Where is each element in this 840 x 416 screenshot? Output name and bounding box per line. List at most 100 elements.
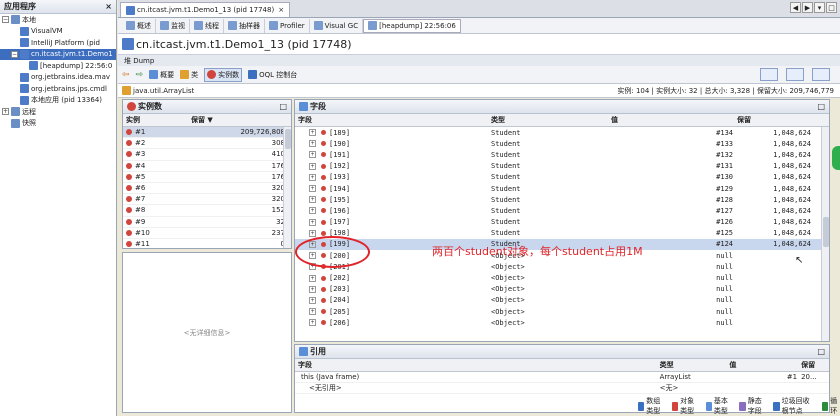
field-row[interactable]: + [206] <Object> null xyxy=(295,317,829,328)
maximize-icon[interactable]: □ xyxy=(817,347,825,356)
expand-icon[interactable]: + xyxy=(309,274,316,282)
view-top-icon[interactable] xyxy=(786,68,804,81)
maximize-icon[interactable]: □ xyxy=(817,102,825,111)
col-field-header[interactable]: 字段 xyxy=(295,115,491,125)
col-value-header[interactable]: 值 xyxy=(611,115,737,125)
col-retained-header[interactable]: 保留 xyxy=(737,115,815,125)
toolbar-classes-button[interactable]: 类 xyxy=(180,70,198,80)
instance-row[interactable]: #7 320 xyxy=(123,194,291,206)
tree-expander-icon[interactable]: + xyxy=(2,108,9,116)
expand-icon[interactable]: + xyxy=(309,218,316,226)
field-row[interactable]: + [195] Student #128 1,048,624 xyxy=(295,194,829,205)
view-split-icon[interactable] xyxy=(760,68,778,81)
tree-item[interactable]: [heapdump] 22:56:0 xyxy=(0,60,116,72)
forward-icon[interactable]: ⇨ xyxy=(136,70,144,80)
tree-item[interactable]: 快照 xyxy=(0,118,116,130)
subtab-1[interactable]: 监视 xyxy=(156,18,190,33)
subtab-0[interactable]: 概述 xyxy=(122,18,156,33)
field-row[interactable]: + [203] <Object> null xyxy=(295,284,829,295)
tree-item[interactable]: org.jetbrains.jps.cmdl xyxy=(0,83,116,95)
field-row[interactable]: + [196] Student #127 1,048,624 xyxy=(295,205,829,216)
field-row[interactable]: + [194] Student #129 1,048,624 xyxy=(295,183,829,194)
field-row[interactable]: + [205] <Object> null xyxy=(295,306,829,317)
instance-row[interactable]: #2 308 xyxy=(123,138,291,150)
expand-icon[interactable]: + xyxy=(309,185,316,193)
instance-row[interactable]: #11 0 xyxy=(123,239,291,248)
instance-row[interactable]: #5 176 xyxy=(123,172,291,183)
tree-item[interactable]: org.jetbrains.idea.mav xyxy=(0,72,116,84)
instances-scrollbar[interactable] xyxy=(283,127,291,248)
col-type-header[interactable]: 类型 xyxy=(491,115,611,125)
tab-next-icon[interactable]: ▶ xyxy=(802,2,813,13)
fields-scrollbar[interactable] xyxy=(821,127,829,341)
expand-icon[interactable]: + xyxy=(309,196,316,204)
tree-item[interactable]: + 远程 xyxy=(0,106,116,118)
field-row[interactable]: + [202] <Object> null xyxy=(295,272,829,283)
ref-col-field-header[interactable]: 字段 xyxy=(295,360,660,370)
subtab-6[interactable]: [heapdump] 22:56:06 xyxy=(363,18,461,33)
field-row[interactable]: + [193] Student #130 1,048,624 xyxy=(295,172,829,183)
maximize-icon[interactable]: □ xyxy=(279,102,287,111)
ref-col-type-header[interactable]: 类型 xyxy=(660,360,730,370)
expand-icon[interactable]: + xyxy=(309,296,316,304)
toolbar-instances-button[interactable]: 实例数 xyxy=(204,67,243,82)
expand-icon[interactable]: + xyxy=(309,173,316,181)
instance-row[interactable]: #4 176 xyxy=(123,161,291,172)
field-row[interactable]: + [189] Student #134 1,048,624 xyxy=(295,127,829,138)
reference-row[interactable]: <无引用> <无> xyxy=(295,383,829,394)
field-row[interactable]: + [204] <Object> null xyxy=(295,295,829,306)
expand-icon[interactable]: + xyxy=(309,129,316,137)
ref-col-value-header[interactable]: 值 xyxy=(729,360,801,370)
field-row[interactable]: + [201] <Object> null xyxy=(295,261,829,272)
expand-icon[interactable]: + xyxy=(309,151,316,159)
scroll-thumb[interactable] xyxy=(823,217,829,247)
instance-row[interactable]: #10 237 xyxy=(123,228,291,239)
view-bottom-icon[interactable] xyxy=(812,68,830,81)
class-name[interactable]: java.util.ArrayList xyxy=(133,87,194,95)
expand-icon[interactable]: + xyxy=(309,319,316,327)
field-row[interactable]: + [197] Student #126 1,048,624 xyxy=(295,217,829,228)
tree-item[interactable]: VisualVM xyxy=(0,26,116,38)
field-row[interactable]: + [191] Student #132 1,048,624 xyxy=(295,149,829,160)
subtab-3[interactable]: 抽样器 xyxy=(224,18,265,33)
tree-expander-icon[interactable]: − xyxy=(2,16,9,24)
expand-icon[interactable]: + xyxy=(309,140,316,148)
toolbar-oql-button[interactable]: OQL 控制台 xyxy=(248,70,297,80)
ref-col-retained-header[interactable]: 保留 xyxy=(801,360,829,370)
tab-prev-icon[interactable]: ◀ xyxy=(790,2,801,13)
tree-item[interactable]: − 本地 xyxy=(0,14,116,26)
side-bubble[interactable] xyxy=(832,146,840,170)
instance-row[interactable]: #8 152 xyxy=(123,205,291,217)
subtab-4[interactable]: Profiler xyxy=(265,18,310,33)
expand-icon[interactable]: + xyxy=(309,207,316,215)
field-row[interactable]: + [190] Student #133 1,048,624 xyxy=(295,138,829,149)
field-row[interactable]: + [192] Student #131 1,048,624 xyxy=(295,161,829,172)
tree-expander-icon[interactable]: − xyxy=(11,50,18,58)
col-retained-header[interactable]: 保留 ▼ xyxy=(191,115,281,125)
reference-row[interactable]: this (Java frame) ArrayList #1 20... xyxy=(295,372,829,383)
back-icon[interactable]: ⇦ xyxy=(122,70,130,80)
instance-row[interactable]: #6 320 xyxy=(123,183,291,195)
subtab-2[interactable]: 线程 xyxy=(190,18,224,33)
instance-row[interactable]: #1 209,726,808 xyxy=(123,127,291,139)
tab-process[interactable]: cn.itcast.jvm.t1.Demo1_13 (pid 17748) × xyxy=(120,2,291,17)
scroll-thumb[interactable] xyxy=(285,129,291,149)
expand-icon[interactable]: + xyxy=(309,229,316,237)
expand-icon[interactable]: + xyxy=(309,285,316,293)
tree-item[interactable]: IntelliJ Platform (pid xyxy=(0,37,116,49)
tree-item[interactable]: 本地应用 (pid 13364) xyxy=(0,95,116,107)
close-icon[interactable]: × xyxy=(105,2,112,11)
col-instance-header[interactable]: 实例 xyxy=(123,115,191,125)
expand-icon[interactable]: + xyxy=(309,308,316,316)
field-row[interactable]: + [198] Student #125 1,048,624 xyxy=(295,228,829,239)
tree-item[interactable]: − cn.itcast.jvm.t1.Demo1 xyxy=(0,48,116,60)
subtab-5[interactable]: Visual GC xyxy=(310,18,364,33)
restore-icon[interactable]: □ xyxy=(826,2,837,13)
tab-list-icon[interactable]: ▾ xyxy=(814,2,825,13)
tab-close-icon[interactable]: × xyxy=(278,6,284,14)
instance-row[interactable]: #3 410 xyxy=(123,149,291,161)
toolbar-summary-button[interactable]: 概要 xyxy=(149,70,174,80)
instance-row[interactable]: #9 32 xyxy=(123,217,291,228)
expand-icon[interactable]: + xyxy=(309,162,316,170)
field-name-cell: + [192] xyxy=(295,162,491,170)
